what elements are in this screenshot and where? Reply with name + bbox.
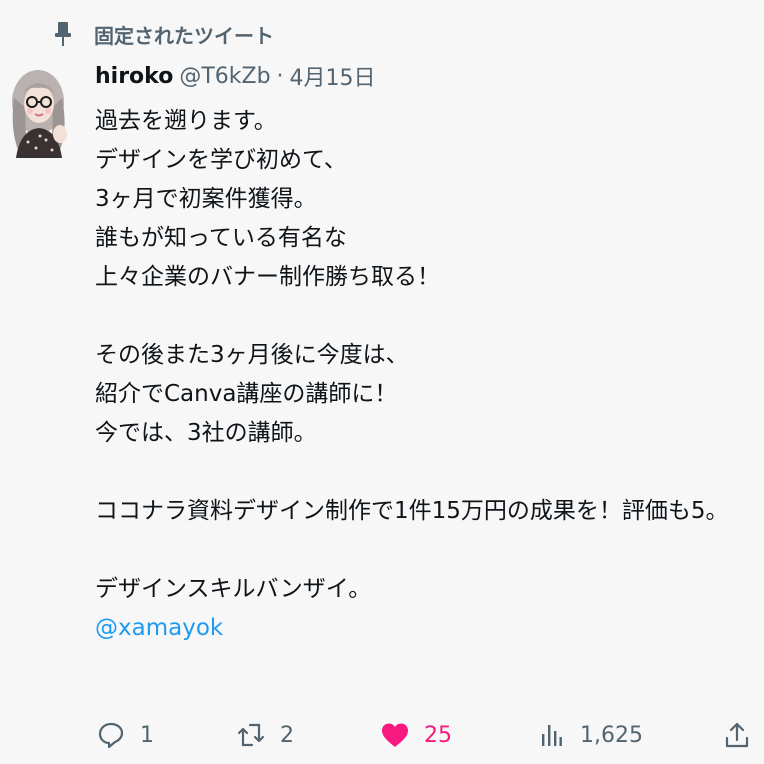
action-bar: 1 2 25 1,625	[0, 716, 764, 760]
retweet-icon	[236, 720, 266, 750]
views-icon	[536, 720, 566, 750]
tweet-line: ココナラ資料デザイン制作で1件15万円の成果を！評価も5。	[95, 498, 729, 524]
tweet-line: その後また3ヶ月後に今度は、	[95, 342, 409, 368]
tweet-line: 紹介でCanva講座の講師に！	[95, 381, 398, 407]
like-count: 25	[424, 722, 452, 748]
tweet-content: hiroko @T6kZb · 4月15日 過去を遡ります。 デザインを学び初め…	[95, 56, 755, 648]
separator-dot: ·	[276, 63, 284, 89]
reply-button[interactable]: 1	[96, 720, 154, 750]
author-handle[interactable]: @T6kZb	[179, 64, 270, 89]
tweet-card[interactable]: 固定されたツイート hiroko @T6kZb · 4月15日 過去を遡ります。…	[0, 0, 764, 764]
reply-count: 1	[140, 722, 154, 748]
author-name[interactable]: hiroko	[95, 64, 173, 89]
tweet-date[interactable]: 4月15日	[290, 60, 376, 92]
views-button[interactable]: 1,625	[536, 720, 643, 750]
avatar[interactable]	[2, 58, 76, 158]
tweet-line: 今では、3社の講師。	[95, 420, 317, 446]
tweet-line: デザインを学び初めて、	[95, 147, 347, 173]
pinned-label: 固定されたツイート	[94, 23, 274, 48]
reply-icon	[96, 720, 126, 750]
tweet-header: hiroko @T6kZb · 4月15日	[95, 56, 755, 96]
tweet-line: デザインスキルバンザイ。	[95, 576, 372, 602]
tweet-line: 誰もが知っている有名な	[95, 225, 347, 251]
like-button[interactable]: 25	[380, 720, 452, 750]
tweet-line: 3ヶ月で初案件獲得。	[95, 186, 317, 212]
retweet-count: 2	[280, 722, 294, 748]
mention-link[interactable]: @xamayok	[95, 609, 755, 648]
retweet-button[interactable]: 2	[236, 720, 294, 750]
share-icon	[722, 720, 752, 750]
views-count: 1,625	[580, 722, 643, 748]
tweet-line: 過去を遡ります。	[95, 108, 277, 134]
pinned-indicator: 固定されたツイート	[52, 20, 274, 48]
share-button[interactable]	[722, 720, 764, 750]
tweet-line: 上々企業のバナー制作勝ち取る！	[95, 264, 440, 290]
heart-icon	[380, 720, 410, 750]
tweet-text: 過去を遡ります。 デザインを学び初めて、 3ヶ月で初案件獲得。 誰もが知っている…	[95, 102, 755, 648]
pin-icon	[52, 21, 74, 47]
